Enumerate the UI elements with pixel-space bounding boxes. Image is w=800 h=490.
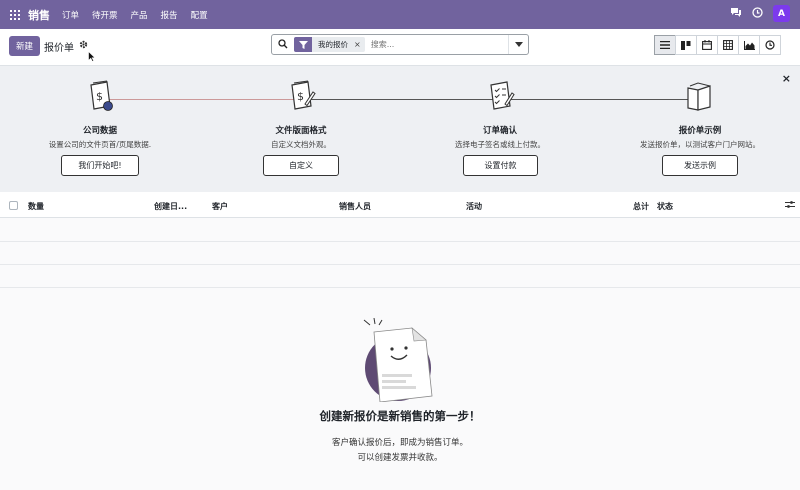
app-brand[interactable]: 销售 — [28, 7, 50, 23]
step-title: 公司数据 — [82, 126, 117, 136]
list-header: 数量 创建日... 客户 销售人员 活动 总计 状态 — [0, 192, 800, 218]
progress-line — [100, 99, 300, 100]
remove-facet-icon[interactable]: × — [354, 40, 365, 49]
column-header-customer[interactable]: 客户 — [212, 201, 228, 212]
step-description: 自定义文档外观。 — [271, 140, 331, 149]
step-title: 订单确认 — [482, 126, 517, 136]
filter-facet-label: 我的报价 — [318, 40, 348, 49]
empty-row-divider — [0, 241, 800, 242]
column-header-number[interactable]: 数量 — [28, 201, 44, 212]
empty-state-title: 创建新报价是新销售的第一步！ — [319, 409, 481, 423]
step-description: 设置公司的文件页首/页尾数据. — [48, 140, 152, 149]
filter-icon — [294, 37, 312, 52]
page-title: 报价单 — [44, 43, 74, 54]
step-title: 文件版面格式 — [275, 126, 327, 136]
kanban-icon — [681, 40, 691, 50]
step-description: 发送报价单，以测试客户门户网站。 — [640, 140, 760, 149]
column-header-total[interactable]: 总计 — [633, 201, 649, 212]
view-switcher — [654, 35, 781, 55]
document-dollar-icon: $ — [90, 80, 113, 111]
empty-state-description: 可以创建发票并收款。 — [357, 453, 443, 463]
empty-state-description: 客户确认报价后，即成为销售订单。 — [331, 438, 468, 448]
send-sample-button[interactable]: 发送示例 — [662, 155, 738, 176]
filter-facet[interactable]: 我的报价 × — [294, 37, 365, 52]
column-header-status[interactable]: 状态 — [657, 201, 673, 212]
svg-text:$: $ — [96, 90, 103, 103]
empty-row-divider — [0, 264, 800, 265]
lets-start-button[interactable]: 我们开始吧! — [61, 155, 139, 176]
step-title: 报价单示例 — [678, 126, 722, 136]
user-avatar[interactable]: A — [773, 5, 790, 22]
column-header-salesperson[interactable]: 销售人员 — [339, 201, 371, 212]
search-dropdown-toggle[interactable] — [508, 35, 528, 54]
search-bar: 我的报价 × — [271, 34, 529, 55]
main-menu: 订单 待开票 产品 报告 配置 — [62, 9, 221, 21]
area-chart-icon — [743, 40, 755, 50]
apps-menu-icon[interactable] — [10, 9, 20, 20]
empty-document-smiley-illustration — [363, 318, 433, 402]
gear-icon[interactable] — [79, 40, 88, 51]
calendar-view-button[interactable] — [696, 35, 718, 55]
control-panel: 新建 报价单 我的报价 × — [0, 29, 800, 66]
mouse-cursor-icon — [88, 50, 96, 64]
document-pen-icon: $ — [291, 80, 316, 110]
activity-clock-icon[interactable] — [752, 7, 763, 20]
new-button[interactable]: 新建 — [9, 36, 40, 56]
list-view-button[interactable] — [654, 35, 676, 55]
menu-item-products[interactable]: 产品 — [131, 9, 148, 21]
onboarding-panel: × $ 公司数据 设置公司的文件页首/页尾数据. 我们开始吧! $ 文件版面格式… — [0, 66, 800, 192]
select-all-checkbox[interactable] — [9, 201, 18, 210]
activity-view-button[interactable] — [759, 35, 781, 55]
column-header-creation-date[interactable]: 创建日... — [154, 201, 187, 212]
graph-view-button[interactable] — [738, 35, 760, 55]
menu-item-configuration[interactable]: 配置 — [191, 9, 208, 21]
chat-icon[interactable] — [730, 7, 742, 20]
close-icon[interactable]: × — [782, 72, 791, 85]
calendar-icon — [702, 40, 712, 50]
set-payments-button[interactable]: 设置付款 — [463, 155, 538, 176]
chevron-down-icon — [514, 42, 523, 47]
search-icon — [278, 38, 288, 51]
clock-icon — [765, 40, 775, 50]
empty-row-divider — [0, 287, 800, 288]
top-navbar: 销售 订单 待开票 产品 报告 配置 A — [0, 0, 800, 29]
checklist-pen-icon — [490, 81, 515, 110]
pivot-view-button[interactable] — [717, 35, 739, 55]
systray: A — [720, 5, 790, 22]
kanban-view-button[interactable] — [675, 35, 697, 55]
optional-columns-toggle-icon[interactable] — [785, 200, 795, 211]
search-input[interactable] — [370, 40, 501, 49]
pivot-table-icon — [723, 40, 733, 50]
open-folder-icon — [687, 82, 711, 111]
menu-item-reporting[interactable]: 报告 — [161, 9, 178, 21]
list-icon — [660, 41, 670, 49]
column-header-activities[interactable]: 活动 — [466, 201, 482, 212]
customize-button[interactable]: 自定义 — [263, 155, 339, 176]
svg-text:$: $ — [297, 90, 304, 103]
menu-item-to-invoice[interactable]: 待开票 — [92, 9, 118, 21]
step-description: 选择电子签名或线上付款。 — [455, 140, 545, 149]
menu-item-orders[interactable]: 订单 — [62, 9, 79, 21]
